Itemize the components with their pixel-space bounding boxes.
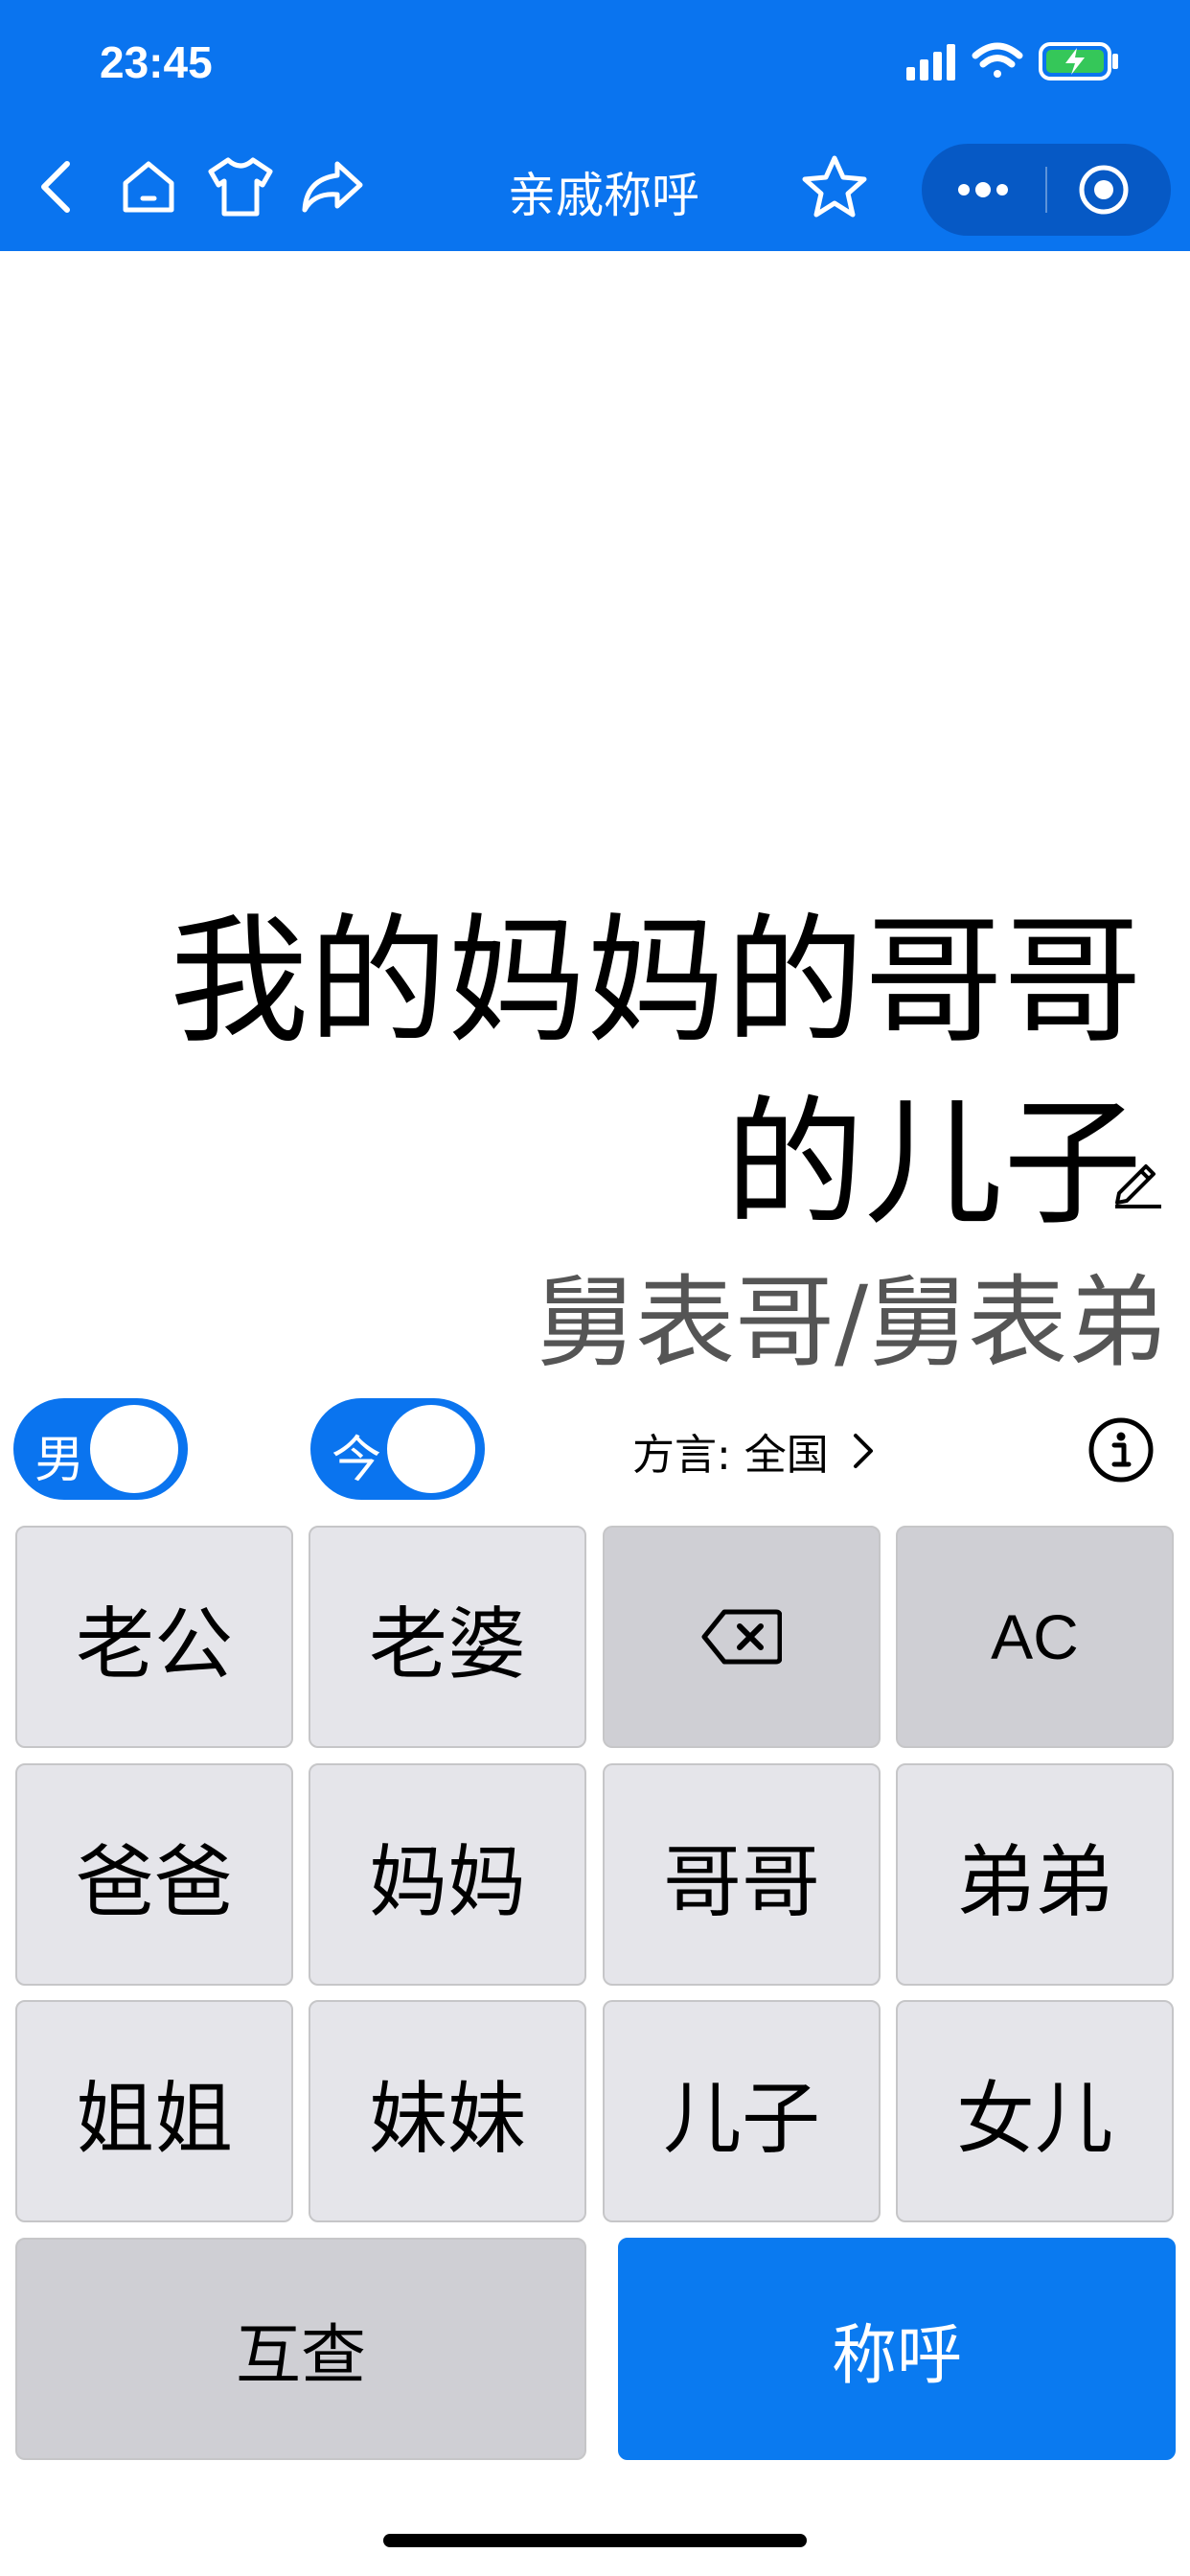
battery-icon (1039, 42, 1118, 80)
star-icon[interactable] (801, 153, 868, 220)
wifi-icon (972, 42, 1023, 78)
key-mom[interactable]: 妈妈 (309, 1763, 586, 1986)
home-indicator (383, 2534, 807, 2547)
key-daughter[interactable]: 女儿 (896, 2000, 1174, 2222)
time-toggle-label: 今 (332, 1432, 382, 1489)
back-icon[interactable] (23, 153, 90, 220)
shirt-icon[interactable] (207, 153, 274, 220)
relation-result: 舅表哥/舅表弟 (535, 1264, 1167, 1381)
key-wife[interactable]: 老婆 (309, 1526, 586, 1748)
calculate-title-button[interactable]: 称呼 (618, 2238, 1176, 2460)
relation-expression: 我的妈妈的哥哥的儿子 (170, 901, 1142, 1245)
toggle-knob (387, 1405, 475, 1493)
key-younger-brother[interactable]: 弟弟 (896, 1763, 1174, 1986)
dialect-selector[interactable]: 方言: 全国 (632, 1420, 875, 1482)
share-icon[interactable] (299, 153, 366, 220)
backspace-icon (701, 1608, 782, 1666)
all-clear-key[interactable]: AC (896, 1526, 1174, 1748)
key-dad[interactable]: 爸爸 (15, 1763, 293, 1986)
home-icon[interactable] (115, 153, 182, 220)
key-younger-sister[interactable]: 妹妹 (309, 2000, 586, 2222)
capsule-divider (1045, 167, 1047, 213)
more-icon[interactable] (949, 167, 1018, 213)
key-son[interactable]: 儿子 (603, 2000, 881, 2222)
gender-toggle[interactable]: 男 (13, 1398, 188, 1500)
app-header: 23:45 亲戚称呼 (0, 0, 1190, 251)
signal-icon (906, 44, 955, 80)
key-older-sister[interactable]: 姐姐 (15, 2000, 293, 2222)
gender-toggle-label: 男 (34, 1432, 85, 1489)
mutual-query-button[interactable]: 互查 (15, 2238, 586, 2460)
dialect-label: 方言: 全国 (632, 1431, 829, 1480)
key-older-brother[interactable]: 哥哥 (603, 1763, 881, 1986)
time-toggle[interactable]: 今 (310, 1398, 485, 1500)
mini-program-capsule (922, 144, 1171, 236)
status-icons (906, 40, 1127, 82)
key-husband[interactable]: 老公 (15, 1526, 293, 1748)
pencil-icon[interactable] (1110, 1155, 1163, 1212)
close-target-icon[interactable] (1077, 163, 1131, 217)
chevron-right-icon (852, 1432, 875, 1470)
info-icon[interactable] (1087, 1416, 1155, 1487)
status-time: 23:45 (100, 37, 213, 87)
backspace-key[interactable] (603, 1526, 881, 1748)
toggle-knob (90, 1405, 178, 1493)
page-title: 亲戚称呼 (508, 168, 699, 223)
